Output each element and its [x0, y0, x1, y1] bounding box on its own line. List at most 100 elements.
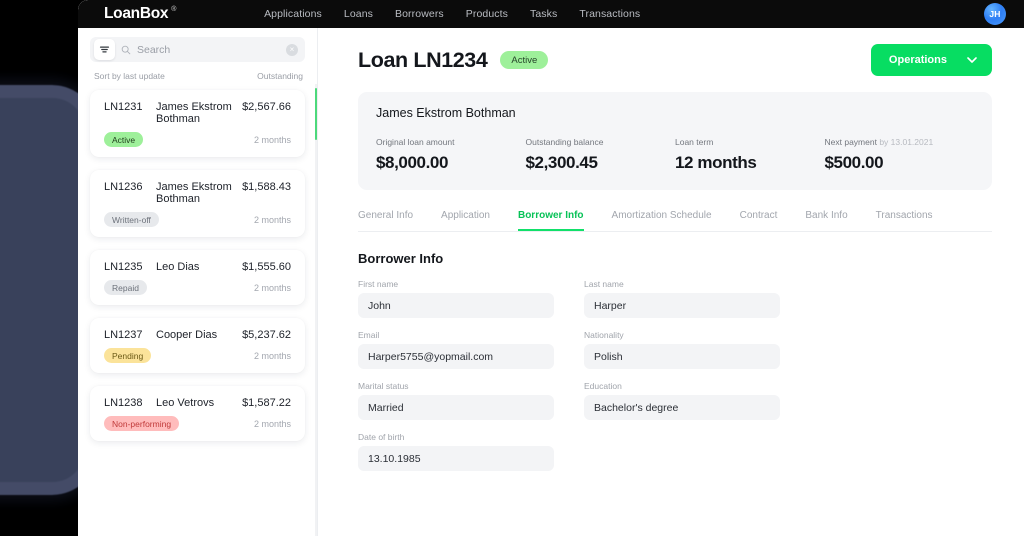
status-badge: Written-off [104, 212, 159, 227]
tab-general-info[interactable]: General Info [358, 204, 413, 231]
field-input-email[interactable]: Harper5755@yopmail.com [358, 344, 554, 369]
borrower-name: James Ekstrom Bothman [156, 181, 232, 205]
loan-amount: $5,237.62 [242, 329, 291, 341]
loan-amount: $2,567.66 [242, 101, 291, 113]
loan-amount: $1,555.60 [242, 261, 291, 273]
search-row: Search × [78, 28, 317, 62]
loan-card-list: LN1231 James Ekstrom Bothman $2,567.66 A… [78, 90, 317, 441]
loan-summary-card: James Ekstrom Bothman Original loan amou… [358, 92, 992, 190]
field-label: Date of birth [358, 432, 405, 442]
list-item[interactable]: LN1238 Leo Vetrovs $1,587.22 Non-perform… [90, 386, 305, 441]
list-item[interactable]: LN1237 Cooper Dias $5,237.62 Pending 2 m… [90, 318, 305, 373]
list-item-meta: Pending 2 months [104, 348, 291, 363]
tab-amortization-schedule[interactable]: Amortization Schedule [612, 204, 712, 231]
stat-value: $2,300.45 [525, 153, 598, 172]
tab-application[interactable]: Application [441, 204, 490, 231]
nav-links: Applications Loans Borrowers Products Ta… [264, 8, 640, 20]
field-label: Last name [584, 279, 624, 289]
section-title: Borrower Info [358, 251, 444, 266]
borrower-name: Cooper Dias [156, 329, 218, 341]
field-label: First name [358, 279, 399, 289]
registered-mark-icon: ® [171, 6, 177, 13]
form-field: Marital status Married [358, 381, 554, 420]
status-badge: Non-performing [104, 416, 180, 431]
chevron-down-icon [967, 54, 977, 66]
loan-id: LN1238 [104, 397, 143, 409]
search-box[interactable]: Search × [90, 37, 305, 62]
stat-label: Loan term [675, 137, 714, 147]
field-label: Education [584, 381, 622, 391]
top-navigation-bar: LoanBox ® Applications Loans Borrowers P… [78, 0, 1024, 28]
brand-logo[interactable]: LoanBox ® [104, 5, 176, 23]
nav-link-applications[interactable]: Applications [264, 8, 322, 20]
operations-button[interactable]: Operations [870, 44, 992, 76]
operations-button-label: Operations [888, 54, 947, 66]
loan-list-panel: Search × Sort by last update Outstanding… [78, 28, 318, 536]
list-scrollbar-thumb[interactable] [314, 88, 317, 140]
loan-term: 2 months [253, 282, 291, 293]
list-item[interactable]: LN1236 James Ekstrom Bothman $1,588.43 W… [90, 170, 305, 237]
list-item-meta: Active 2 months [104, 132, 291, 147]
list-item-main: LN1238 Leo Vetrovs $1,587.22 [104, 397, 291, 409]
nav-link-tasks[interactable]: Tasks [530, 8, 557, 20]
nav-link-products[interactable]: Products [466, 8, 508, 20]
loan-term: 2 months [253, 214, 291, 225]
tab-bank-info[interactable]: Bank Info [805, 204, 847, 231]
tab-contract[interactable]: Contract [740, 204, 778, 231]
list-item-main: LN1231 James Ekstrom Bothman $2,567.66 [104, 101, 291, 125]
status-badge: Active [104, 132, 144, 147]
loan-id: LN1235 [104, 261, 143, 273]
stat-item: Loan term 12 months [675, 137, 825, 173]
sort-column-label[interactable]: Outstanding [257, 71, 303, 81]
nav-link-borrowers[interactable]: Borrowers [395, 8, 444, 20]
loan-term: 2 months [253, 350, 291, 361]
avatar[interactable]: JH [984, 3, 1006, 25]
sort-row: Sort by last update Outstanding [78, 62, 317, 81]
field-input-date-of-birth[interactable]: 13.10.1985 [358, 446, 554, 471]
stat-label-muted: by 13.01.2021 [879, 137, 934, 147]
field-input-nationality[interactable]: Polish [584, 344, 780, 369]
borrower-info-form: First name John Last name Harper Email H… [358, 279, 992, 471]
nav-link-loans[interactable]: Loans [344, 8, 373, 20]
clear-icon[interactable]: × [286, 43, 298, 56]
list-item-main: LN1237 Cooper Dias $5,237.62 [104, 329, 291, 341]
list-item-meta: Repaid 2 months [104, 280, 291, 295]
loan-amount: $1,588.43 [242, 181, 291, 193]
field-input-first-name[interactable]: John [358, 293, 554, 318]
field-label: Nationality [584, 330, 624, 340]
field-input-last-name[interactable]: Harper [584, 293, 780, 318]
tab-transactions[interactable]: Transactions [876, 204, 933, 231]
form-field: Date of birth 13.10.1985 [358, 432, 554, 471]
borrower-name: James Ekstrom Bothman [156, 101, 232, 125]
tab-borrower-info[interactable]: Borrower Info [517, 204, 584, 231]
search-input[interactable]: Search [137, 44, 280, 56]
list-item[interactable]: LN1231 James Ekstrom Bothman $2,567.66 A… [90, 90, 305, 157]
list-item-main: LN1236 James Ekstrom Bothman $1,588.43 [104, 181, 291, 205]
loan-stats: Original loan amount $8,000.00 Outstandi… [376, 137, 974, 173]
loan-term: 2 months [253, 134, 291, 145]
borrower-name: Leo Vetrovs [156, 397, 215, 409]
field-input-education[interactable]: Bachelor's degree [584, 395, 780, 420]
stat-label: Next payment by 13.01.2021 [824, 137, 934, 147]
nav-link-transactions[interactable]: Transactions [579, 8, 640, 20]
list-item-meta: Written-off 2 months [104, 212, 291, 227]
list-item[interactable]: LN1235 Leo Dias $1,555.60 Repaid 2 month… [90, 250, 305, 305]
status-badge: Pending [104, 348, 152, 363]
loan-id: LN1231 [104, 101, 143, 113]
page-title: Loan LN1234 [358, 47, 488, 72]
form-field: Email Harper5755@yopmail.com [358, 330, 554, 369]
stat-item: Outstanding balance $2,300.45 [526, 137, 676, 173]
loan-amount: $1,587.22 [242, 397, 291, 409]
stat-value: 12 months [675, 153, 757, 172]
borrower-name: Leo Dias [156, 261, 200, 273]
list-scrollbar-track[interactable] [315, 84, 317, 536]
loan-id: LN1236 [104, 181, 143, 193]
sort-by-label[interactable]: Sort by last update [94, 71, 165, 81]
form-field: First name John [358, 279, 554, 318]
loan-id: LN1237 [104, 329, 143, 341]
field-input-marital-status[interactable]: Married [358, 395, 554, 420]
stat-value: $500.00 [824, 153, 884, 172]
filter-icon[interactable] [94, 39, 115, 60]
list-item-main: LN1235 Leo Dias $1,555.60 [104, 261, 291, 273]
borrower-name: James Ekstrom Bothman [376, 106, 516, 120]
